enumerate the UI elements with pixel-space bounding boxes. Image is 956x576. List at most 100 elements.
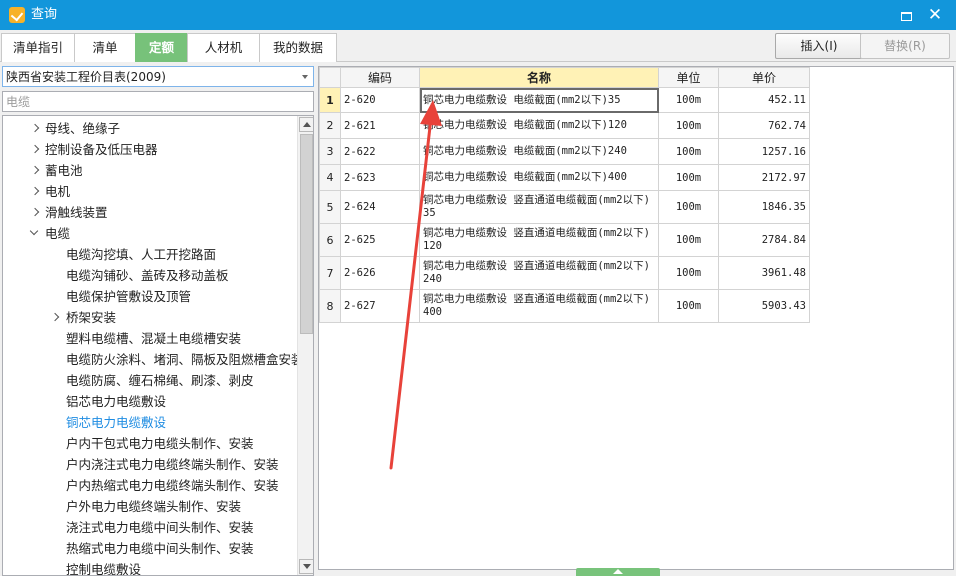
code-cell[interactable]: 2-620: [340, 87, 420, 113]
header-price[interactable]: 单价: [718, 67, 810, 88]
row-number-cell[interactable]: 1: [319, 87, 341, 113]
price-cell[interactable]: 1257.16: [718, 138, 810, 165]
tab-labor-material-machine[interactable]: 人材机: [187, 33, 260, 62]
tree-item[interactable]: 浇注式电力电缆中间头制作、安装: [3, 517, 295, 538]
row-number-cell[interactable]: 2: [319, 112, 341, 139]
tree-item[interactable]: 蓄电池: [3, 160, 295, 181]
tree-item[interactable]: 户内干包式电力电缆头制作、安装: [3, 433, 295, 454]
price-cell[interactable]: 2172.97: [718, 164, 810, 191]
code-cell[interactable]: 2-626: [340, 256, 420, 290]
tree-item[interactable]: 电缆: [3, 223, 295, 244]
library-select[interactable]: 陕西省安装工程价目表(2009): [2, 66, 314, 87]
tree-item[interactable]: 户内浇注式电力电缆终端头制作、安装: [3, 454, 295, 475]
table-row[interactable]: 8 2-627 铜芯电力电缆敷设 竖直通道电缆截面(mm2以下)400 100m 590…: [319, 289, 810, 323]
tree-item[interactable]: 户外电力电缆终端头制作、安装: [3, 496, 295, 517]
header-code[interactable]: 编码: [340, 67, 420, 88]
scrollbar-thumb[interactable]: [300, 134, 313, 334]
unit-cell[interactable]: 100m: [658, 112, 719, 139]
tree-item[interactable]: 桥架安装: [3, 307, 295, 328]
price-cell[interactable]: 452.11: [718, 87, 810, 113]
tree-item[interactable]: 户内热缩式电力电缆终端头制作、安装: [3, 475, 295, 496]
row-number-cell[interactable]: 7: [319, 256, 341, 290]
unit-cell[interactable]: 100m: [658, 223, 719, 257]
price-cell[interactable]: 762.74: [718, 112, 810, 139]
tree-item[interactable]: 电缆保护管敷设及顶管: [3, 286, 295, 307]
tree-item[interactable]: 电缆防火涂料、堵洞、隔板及阻燃槽盒安装: [3, 349, 304, 370]
unit-cell[interactable]: 100m: [658, 164, 719, 191]
name-cell[interactable]: 铜芯电力电缆敷设 电缆截面(mm2以下)120: [419, 112, 659, 139]
header-unit[interactable]: 单位: [658, 67, 719, 88]
unit-cell[interactable]: 100m: [658, 87, 719, 113]
name-cell[interactable]: 铜芯电力电缆敷设 竖直通道电缆截面(mm2以下)240: [419, 256, 659, 290]
table-row[interactable]: 5 2-624 铜芯电力电缆敷设 竖直通道电缆截面(mm2以下)35 100m 1846…: [319, 190, 810, 224]
code-cell[interactable]: 2-625: [340, 223, 420, 257]
tree-item[interactable]: 电缆沟挖填、人工开挖路面: [3, 244, 295, 265]
tree-item[interactable]: 塑料电缆槽、混凝土电缆槽安装: [3, 328, 295, 349]
insert-button[interactable]: 插入(I): [775, 33, 863, 59]
row-number-cell[interactable]: 5: [319, 190, 341, 224]
scroll-down-icon[interactable]: [299, 559, 313, 574]
chevron-right-icon[interactable]: [30, 202, 40, 223]
name-cell[interactable]: 铜芯电力电缆敷设 竖直通道电缆截面(mm2以下)120: [419, 223, 659, 257]
tree-item[interactable]: 母线、绝缘子: [3, 118, 295, 139]
table-row[interactable]: 4 2-623 铜芯电力电缆敷设 电缆截面(mm2以下)400 100m 2172.97: [319, 164, 810, 191]
chevron-right-icon[interactable]: [30, 181, 40, 202]
close-icon[interactable]: ✕: [925, 5, 945, 25]
tree-item-label: 控制电缆敷设: [66, 562, 142, 576]
name-cell[interactable]: 铜芯电力电缆敷设 电缆截面(mm2以下)240: [419, 138, 659, 165]
tab-my-data[interactable]: 我的数据: [259, 33, 337, 62]
chevron-right-icon[interactable]: [50, 307, 60, 328]
tree-item[interactable]: 铜芯电力电缆敷设: [3, 412, 295, 433]
row-number-cell[interactable]: 6: [319, 223, 341, 257]
chevron-down-icon[interactable]: [30, 223, 40, 244]
tree-item[interactable]: 控制电缆敷设: [3, 559, 295, 576]
search-input[interactable]: [2, 91, 314, 112]
quota-table: 编码 名称 单位 单价 1 2-620 铜芯电力电缆敷设 电缆截面(mm2以下)35…: [319, 67, 810, 323]
code-cell[interactable]: 2-627: [340, 289, 420, 323]
code-cell[interactable]: 2-623: [340, 164, 420, 191]
name-cell[interactable]: 铜芯电力电缆敷设 竖直通道电缆截面(mm2以下)35: [419, 190, 659, 224]
tree-item[interactable]: 电机: [3, 181, 295, 202]
chevron-right-icon[interactable]: [30, 139, 40, 160]
tab-list-guide[interactable]: 清单指引: [1, 33, 75, 62]
name-cell[interactable]: 铜芯电力电缆敷设 电缆截面(mm2以下)35: [419, 87, 659, 113]
scroll-up-icon[interactable]: [299, 117, 313, 132]
tree-item[interactable]: 控制设备及低压电器: [3, 139, 295, 160]
row-number-cell[interactable]: 3: [319, 138, 341, 165]
table-row[interactable]: 7 2-626 铜芯电力电缆敷设 竖直通道电缆截面(mm2以下)240 100m 396…: [319, 256, 810, 290]
row-number-cell[interactable]: 4: [319, 164, 341, 191]
code-cell[interactable]: 2-621: [340, 112, 420, 139]
chevron-down-icon[interactable]: [302, 75, 308, 79]
tree-item[interactable]: 滑触线装置: [3, 202, 295, 223]
chevron-right-icon[interactable]: [30, 160, 40, 181]
unit-cell[interactable]: 100m: [658, 190, 719, 224]
code-cell[interactable]: 2-624: [340, 190, 420, 224]
chevron-right-icon[interactable]: [30, 118, 40, 139]
table-row[interactable]: 6 2-625 铜芯电力电缆敷设 竖直通道电缆截面(mm2以下)120 100m 278…: [319, 223, 810, 257]
maximize-icon[interactable]: [897, 7, 915, 23]
tab-quota[interactable]: 定额: [135, 33, 188, 62]
splitter-handle[interactable]: [576, 568, 660, 576]
tree-item[interactable]: 热缩式电力电缆中间头制作、安装: [3, 538, 295, 559]
price-cell[interactable]: 3961.48: [718, 256, 810, 290]
name-cell[interactable]: 铜芯电力电缆敷设 竖直通道电缆截面(mm2以下)400: [419, 289, 659, 323]
tree-scrollbar[interactable]: [297, 116, 313, 575]
name-cell[interactable]: 铜芯电力电缆敷设 电缆截面(mm2以下)400: [419, 164, 659, 191]
tree-item[interactable]: 电缆防腐、缠石棉绳、刷漆、剥皮: [3, 370, 295, 391]
price-cell[interactable]: 5903.43: [718, 289, 810, 323]
replace-button[interactable]: 替换(R): [860, 33, 950, 59]
tree-item[interactable]: 电缆沟铺砂、盖砖及移动盖板: [3, 265, 295, 286]
tree-item[interactable]: 铝芯电力电缆敷设: [3, 391, 295, 412]
price-cell[interactable]: 2784.84: [718, 223, 810, 257]
unit-cell[interactable]: 100m: [658, 289, 719, 323]
tab-list[interactable]: 清单: [74, 33, 136, 62]
table-row[interactable]: 3 2-622 铜芯电力电缆敷设 电缆截面(mm2以下)240 100m 1257.16: [319, 138, 810, 165]
unit-cell[interactable]: 100m: [658, 138, 719, 165]
table-row[interactable]: 2 2-621 铜芯电力电缆敷设 电缆截面(mm2以下)120 100m 762.74: [319, 112, 810, 139]
row-number-cell[interactable]: 8: [319, 289, 341, 323]
unit-cell[interactable]: 100m: [658, 256, 719, 290]
table-row[interactable]: 1 2-620 铜芯电力电缆敷设 电缆截面(mm2以下)35 100m 452.11: [319, 87, 810, 113]
code-cell[interactable]: 2-622: [340, 138, 420, 165]
price-cell[interactable]: 1846.35: [718, 190, 810, 224]
header-name[interactable]: 名称: [419, 67, 659, 88]
